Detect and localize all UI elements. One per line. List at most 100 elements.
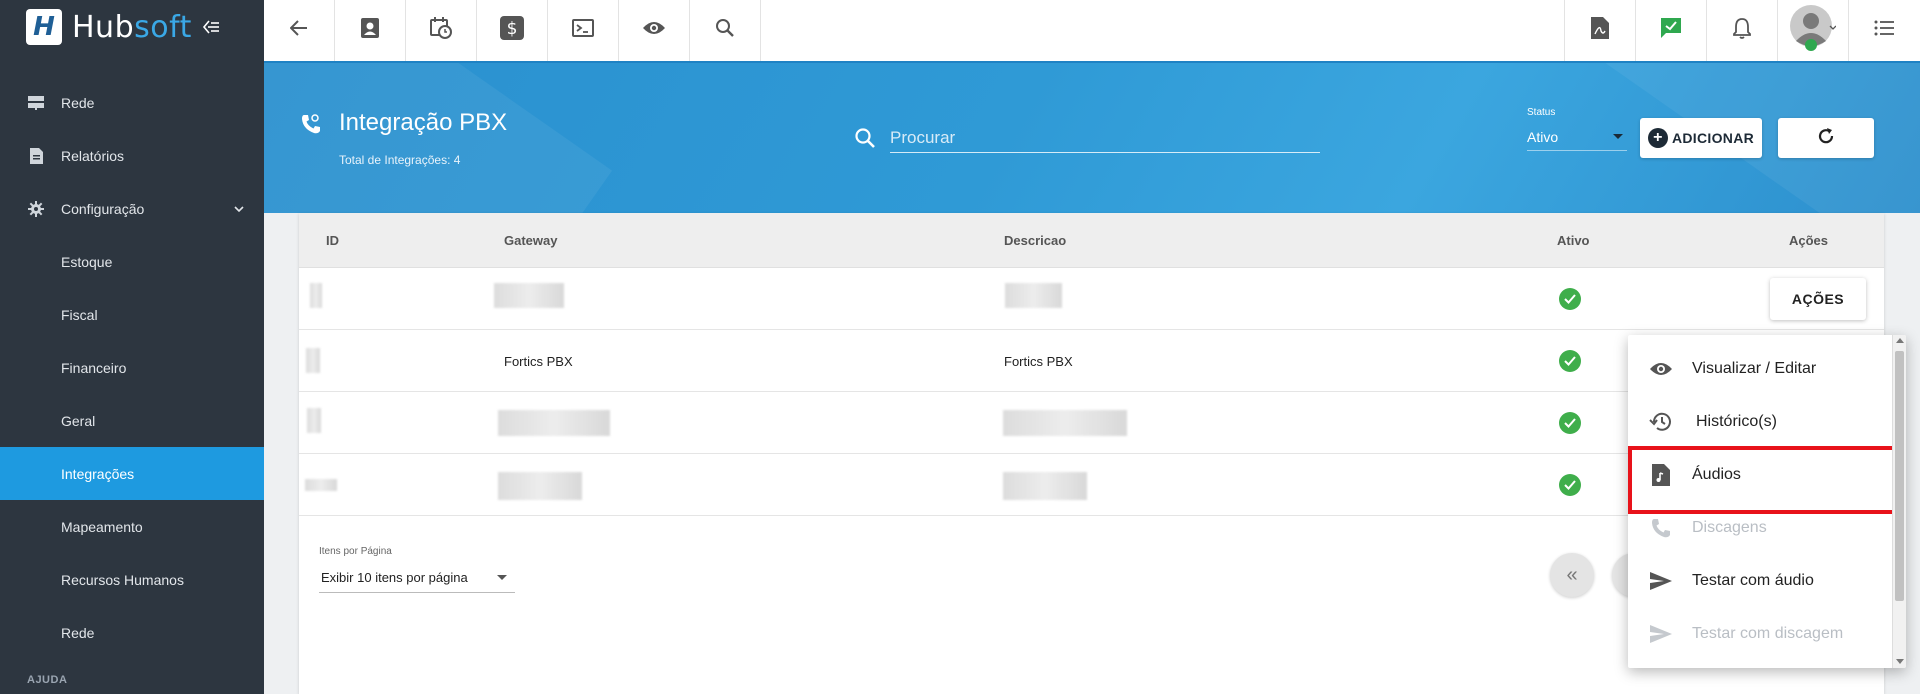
finance-button[interactable]: $: [477, 0, 548, 61]
logo-badge[interactable]: H: [26, 9, 62, 45]
chat-check-icon: [1660, 17, 1682, 44]
sidebar-item-label: Recursos Humanos: [61, 571, 184, 588]
items-per-page-label: Itens por Página: [319, 546, 392, 557]
menu-item-visualizar-editar[interactable]: Visualizar / Editar: [1628, 342, 1906, 395]
chat-button[interactable]: [1635, 0, 1706, 61]
refresh-icon: [1816, 126, 1836, 151]
page-title: Integração PBX: [339, 109, 508, 136]
sidebar-item-estoque[interactable]: Estoque: [0, 235, 264, 288]
column-header-id[interactable]: ID: [326, 233, 339, 248]
sidebar-item-label: Configuração: [61, 200, 145, 217]
sidebar-item-geral[interactable]: Geral: [0, 394, 264, 447]
sidebar-item-financeiro[interactable]: Financeiro: [0, 341, 264, 394]
scroll-down-icon[interactable]: [1896, 659, 1904, 664]
cell-descricao: Fortics PBX: [1004, 354, 1073, 369]
view-button[interactable]: [619, 0, 690, 61]
sidebar-item-relatorios[interactable]: Relatórios: [0, 129, 264, 182]
actions-dropdown-menu: Visualizar / Editar Histórico(s) Áudios …: [1628, 335, 1906, 668]
sidebar-item-configuracao[interactable]: Configuração: [0, 182, 264, 235]
avatar: [1790, 5, 1837, 56]
chevron-down-icon: [234, 200, 244, 216]
sidebar-item-label: Financeiro: [61, 359, 127, 376]
pdf-button[interactable]: [1564, 0, 1635, 61]
menu-list-button[interactable]: [1848, 0, 1919, 61]
menu-item-audios[interactable]: Áudios: [1628, 446, 1906, 514]
sidebar-item-label: Mapeamento: [61, 518, 143, 535]
active-check-icon: [1559, 350, 1581, 372]
notifications-button[interactable]: [1706, 0, 1777, 61]
caret-down-icon: [1613, 134, 1623, 139]
logo-text-hub: Hub: [72, 9, 135, 45]
add-button[interactable]: + ADICIONAR: [1640, 118, 1762, 158]
redacted-descricao: [1003, 410, 1127, 436]
gear-icon: [27, 200, 45, 218]
status-select[interactable]: Ativo: [1527, 123, 1627, 151]
redacted-id: [306, 348, 320, 373]
active-check-icon: [1559, 412, 1581, 434]
first-page-button[interactable]: «: [1550, 553, 1594, 597]
scroll-up-icon[interactable]: [1896, 338, 1904, 343]
sidebar: H Hubsoft Rede Relatórios Configuração E…: [0, 0, 264, 694]
sidebar-item-rede[interactable]: Rede: [0, 76, 264, 129]
page-subtitle: Total de Integrações: 4: [339, 153, 461, 167]
column-header-ativo[interactable]: Ativo: [1557, 233, 1590, 248]
menu-item-historicos[interactable]: Histórico(s): [1628, 395, 1906, 448]
search-button[interactable]: [690, 0, 761, 61]
user-menu-button[interactable]: [1777, 0, 1848, 61]
schedule-button[interactable]: [406, 0, 477, 61]
column-header-gateway[interactable]: Gateway: [504, 233, 557, 248]
sidebar-item-label: Rede: [61, 94, 95, 111]
sidebar-item-mapeamento[interactable]: Mapeamento: [0, 500, 264, 553]
redacted-id: [307, 408, 321, 433]
logo-text: Hubsoft: [72, 10, 192, 45]
phone-icon: [1648, 515, 1674, 541]
menu-item-label: Testar com áudio: [1692, 571, 1814, 589]
sidebar-item-fiscal[interactable]: Fiscal: [0, 288, 264, 341]
refresh-button[interactable]: [1778, 118, 1874, 158]
column-header-descricao[interactable]: Descricao: [1004, 233, 1066, 248]
caret-down-icon: [497, 575, 507, 580]
search-input[interactable]: [890, 123, 1320, 153]
menu-scrollbar[interactable]: [1892, 335, 1906, 668]
redacted-id: [310, 283, 322, 308]
pdf-icon: [1591, 17, 1609, 44]
back-button[interactable]: [264, 0, 335, 61]
status-value: Ativo: [1527, 128, 1559, 145]
phone-settings-icon: [300, 113, 322, 140]
file-icon: [27, 147, 45, 165]
sidebar-item-label: Fiscal: [61, 306, 98, 323]
items-per-page-select[interactable]: Exibir 10 itens por página: [319, 563, 515, 593]
logo-badge-letter: H: [33, 12, 55, 42]
collapse-sidebar-icon[interactable]: [202, 17, 222, 37]
sidebar-nav: Rede Relatórios Configuração Estoque Fis…: [0, 76, 264, 659]
page-header: Integração PBX Total de Integrações: 4 S…: [264, 63, 1920, 213]
sidebar-item-label: Relatórios: [61, 147, 125, 164]
redacted-gateway: [498, 472, 582, 500]
audio-file-icon: [1648, 462, 1674, 488]
sidebar-item-label: Integrações: [61, 465, 135, 482]
send-icon: [1648, 568, 1674, 594]
scrollbar-thumb[interactable]: [1895, 351, 1904, 601]
server-icon: [27, 94, 45, 112]
sidebar-item-label: Rede: [61, 624, 95, 641]
sidebar-item-rede-sub[interactable]: Rede: [0, 606, 264, 659]
menu-item-testar-com-audio[interactable]: Testar com áudio: [1628, 554, 1906, 607]
dollar-icon: $: [500, 16, 524, 45]
list-icon: [1874, 20, 1894, 41]
actions-button[interactable]: AÇÕES: [1770, 278, 1866, 320]
menu-item-testar-com-discagem: Testar com discagem: [1628, 607, 1906, 660]
terminal-icon: [572, 19, 594, 42]
bell-icon: [1733, 17, 1751, 44]
search-icon: [715, 18, 735, 43]
menu-item-label: Histórico(s): [1696, 412, 1777, 430]
clients-button[interactable]: [335, 0, 406, 61]
table-row: AÇÕES: [299, 268, 1884, 330]
sidebar-item-recursos-humanos[interactable]: Recursos Humanos: [0, 553, 264, 606]
svg-text:$: $: [507, 19, 518, 39]
logo-bar: H Hubsoft: [0, 0, 264, 54]
redacted-descricao: [1003, 472, 1087, 500]
terminal-button[interactable]: [548, 0, 619, 61]
sidebar-item-integracoes[interactable]: Integrações: [0, 447, 264, 500]
contact-card-icon: [361, 18, 379, 43]
sidebar-item-label: Estoque: [61, 253, 113, 270]
